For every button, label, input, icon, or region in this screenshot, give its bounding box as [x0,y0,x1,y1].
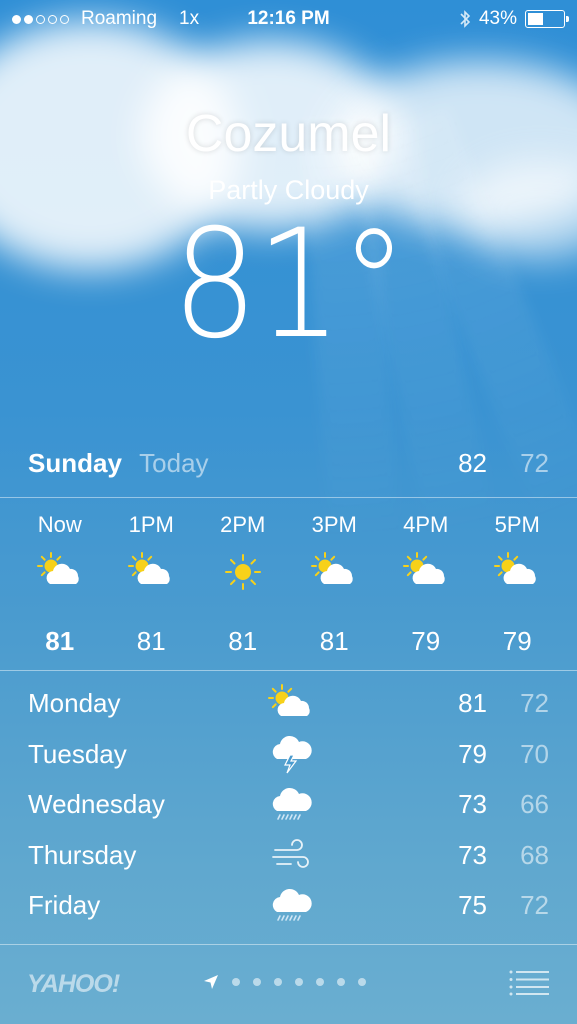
hourly-item: 4PM 79 [380,512,472,657]
day-low: 72 [520,890,549,920]
hourly-item: 1PM 81 [106,512,198,657]
page-dot[interactable] [274,978,282,986]
day-name: Wednesday [28,789,165,819]
hour-label: Now [37,512,82,537]
day-high: 73 [458,839,487,870]
wind-icon [266,836,316,876]
battery-percent: 43% [478,8,517,29]
partly-cloudy-icon [106,544,198,600]
day-low: 68 [520,839,549,870]
day-name: Friday [28,890,101,920]
location-arrow-icon [204,975,218,989]
today-summary: Sunday Today 82 72 [28,448,549,484]
page-dot[interactable] [295,978,303,986]
partly-cloudy-icon [289,544,381,600]
day-low: 70 [520,738,549,769]
yahoo-logo[interactable]: YAHOO! [27,970,120,999]
today-low: 72 [520,448,549,478]
page-dot[interactable] [253,978,261,986]
hour-temp: 79 [411,626,441,656]
sunny-icon [197,544,289,600]
day-high: 75 [458,890,487,920]
hour-label: 4PM [403,512,449,537]
city-list-icon[interactable] [509,970,549,996]
battery-icon [525,10,569,28]
thunderstorm-icon [266,735,316,775]
day-high: 79 [458,738,487,769]
daily-row: Monday 81 72 [28,684,549,735]
footer-bar: YAHOO! [0,962,577,1006]
daily-row: Thursday 73 68 [28,836,549,887]
page-dot[interactable] [232,978,240,986]
partly-cloudy-icon [266,684,316,724]
day-low: 72 [520,688,549,718]
day-name: Monday [28,688,121,718]
hour-temp: 81 [319,626,349,656]
hourly-item: 3PM 81 [289,512,381,657]
partly-cloudy-icon [380,544,472,600]
hourly-forecast[interactable]: Now 81 1PM 81 2PM 81 3PM 81 4PM 79 5PM 7… [14,512,563,657]
hour-label: 1PM [128,512,174,537]
status-bar: Roaming 1x 12:16 PM 43% [0,0,577,40]
hour-temp: 79 [502,626,532,656]
today-label: Today [139,448,209,478]
hourly-item: 5PM 79 [472,512,564,657]
divider [0,670,577,671]
page-dot[interactable] [316,978,324,986]
partly-cloudy-icon [472,544,564,600]
hour-label: 5PM [494,512,540,537]
hour-temp: 81 [136,626,166,656]
hourly-item: Now 81 [14,512,106,657]
page-dot[interactable] [358,978,366,986]
page-indicator[interactable] [203,974,366,990]
day-high: 73 [458,789,487,819]
city-name: Cozumel [185,105,392,163]
today-day: Sunday [28,448,122,478]
daily-row: Wednesday 73 66 [28,785,549,836]
partly-cloudy-icon [14,544,106,600]
divider [0,944,577,945]
bluetooth-icon [460,10,471,28]
hourly-item: 2PM 81 [197,512,289,657]
day-name: Thursday [28,839,137,870]
day-name: Tuesday [28,738,127,769]
page-dot[interactable] [337,978,345,986]
day-high: 81 [458,688,487,718]
daily-forecast[interactable]: Monday 81 72 Tuesday 79 70 Wednesday 73 … [28,684,549,937]
current-temperature: 81° [171,198,408,372]
hour-label: 2PM [220,512,266,537]
hour-label: 3PM [311,512,357,537]
rain-icon [266,886,316,926]
hour-temp: 81 [228,626,258,656]
divider [0,497,577,498]
rain-icon [266,785,316,825]
daily-row: Friday 75 72 [28,886,549,937]
today-high: 82 [458,448,487,478]
daily-row: Tuesday 79 70 [28,735,549,786]
day-low: 66 [520,789,549,819]
hour-temp: 81 [45,626,75,656]
